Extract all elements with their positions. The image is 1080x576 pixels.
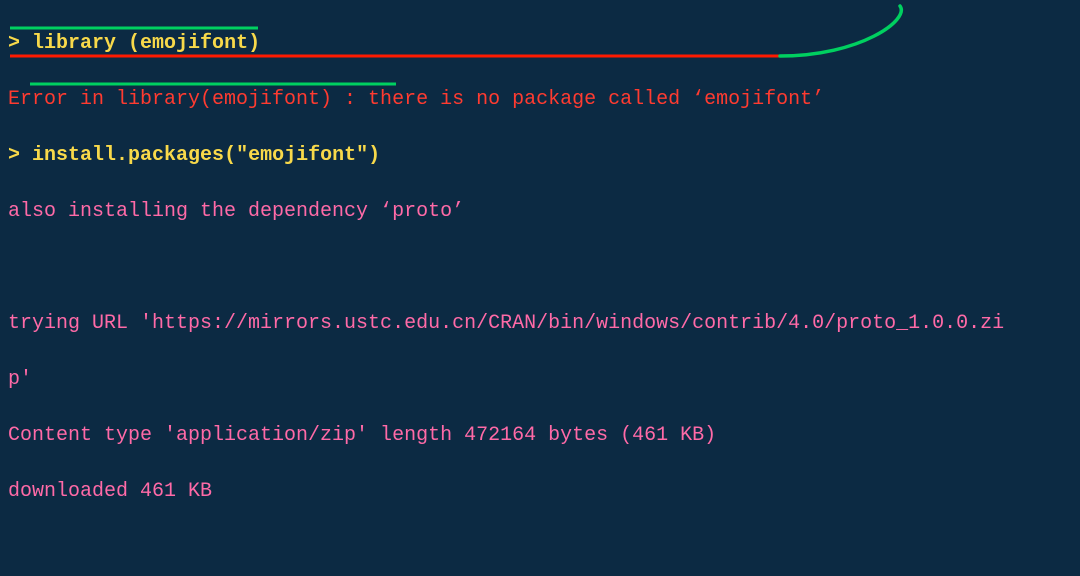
r-console[interactable]: > library (emojifont) Error in library(e… (0, 0, 1080, 576)
console-line: > install.packages("emojifont") (8, 142, 1072, 170)
download-line: Content type 'application/zip' length 47… (8, 422, 1072, 450)
prompt-symbol: > (8, 144, 20, 167)
download-line: trying URL 'https://mirrors.ustc.edu.cn/… (8, 310, 1072, 338)
dependency-line: also installing the dependency ‘proto’ (8, 198, 1072, 226)
blank-line (8, 534, 1072, 562)
cmd-install: install.packages("emojifont") (32, 144, 380, 167)
prompt-symbol: > (8, 32, 20, 55)
error-line: Error in library(emojifont) : there is n… (8, 86, 1072, 114)
download-line: downloaded 461 KB (8, 478, 1072, 506)
download-line: p' (8, 366, 1072, 394)
cmd-library: library (emojifont) (32, 32, 260, 55)
blank-line (8, 254, 1072, 282)
console-line: > library (emojifont) (8, 30, 1072, 58)
